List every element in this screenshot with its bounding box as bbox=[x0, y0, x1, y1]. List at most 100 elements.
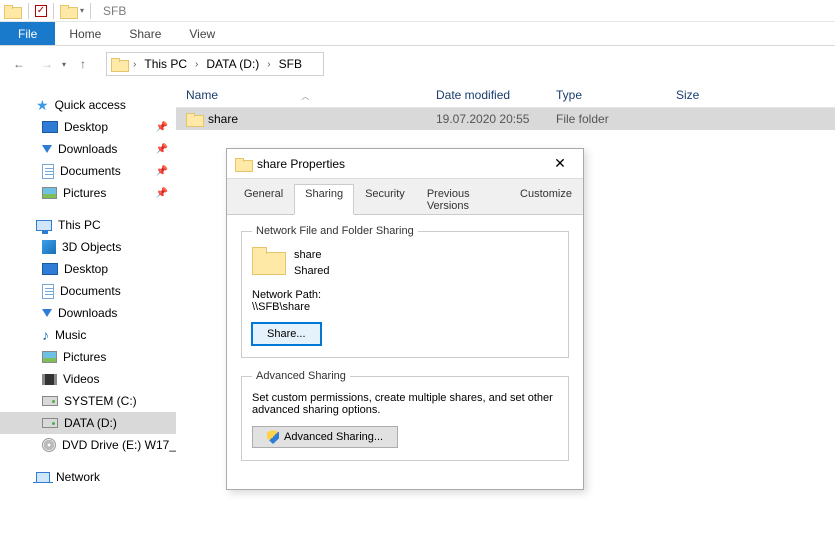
sidebar-item-label: Pictures bbox=[63, 186, 106, 200]
tab-home[interactable]: Home bbox=[55, 22, 115, 45]
dialog-titlebar[interactable]: share Properties ✕ bbox=[227, 149, 583, 179]
sort-indicator-icon: ︿ bbox=[301, 92, 309, 101]
sidebar-label: Quick access bbox=[55, 98, 126, 112]
advanced-sharing-button[interactable]: Advanced Sharing... bbox=[252, 426, 398, 448]
sidebar-item[interactable]: Downloads📌 bbox=[0, 138, 176, 160]
sidebar-item[interactable]: Documents bbox=[0, 280, 176, 302]
sidebar-item[interactable]: SYSTEM (C:) bbox=[0, 390, 176, 412]
nav-up-icon[interactable]: ↑ bbox=[72, 53, 94, 75]
document-icon bbox=[42, 284, 54, 299]
share-button[interactable]: Share... bbox=[252, 323, 321, 345]
sidebar-item[interactable]: DATA (D:) bbox=[0, 412, 176, 434]
desktop-icon bbox=[42, 263, 58, 275]
sidebar-item[interactable]: Pictures 📌 bbox=[0, 182, 176, 204]
close-button[interactable]: ✕ bbox=[545, 155, 575, 172]
qat-dropdown-icon[interactable]: ▾ bbox=[80, 6, 84, 15]
sidebar-label: This PC bbox=[58, 218, 101, 232]
shield-icon bbox=[267, 430, 279, 444]
tab-view[interactable]: View bbox=[175, 22, 229, 45]
drive-icon bbox=[42, 418, 58, 428]
crumb-sfb[interactable]: SFB bbox=[277, 57, 304, 71]
ribbon: File Home Share View bbox=[0, 22, 835, 46]
column-type[interactable]: Type bbox=[556, 88, 676, 102]
network-sharing-group: Network File and Folder Sharing share Sh… bbox=[241, 225, 569, 358]
column-name[interactable]: Name ︿ bbox=[186, 88, 436, 102]
column-size[interactable]: Size bbox=[676, 88, 756, 102]
sidebar-item-label: DATA (D:) bbox=[64, 416, 117, 430]
sidebar-this-pc[interactable]: This PC bbox=[0, 214, 176, 236]
crumb-data-d[interactable]: DATA (D:) bbox=[204, 57, 261, 71]
tab-general[interactable]: General bbox=[233, 184, 294, 215]
3d-objects-icon bbox=[42, 240, 56, 254]
group-legend: Advanced Sharing bbox=[252, 370, 350, 382]
network-icon bbox=[36, 472, 50, 483]
sidebar-quick-access[interactable]: ★ Quick access bbox=[0, 94, 176, 116]
dialog-body: Network File and Folder Sharing share Sh… bbox=[227, 215, 583, 489]
sidebar-item-label: 3D Objects bbox=[62, 240, 121, 254]
document-icon bbox=[42, 164, 54, 179]
sidebar-label: Network bbox=[56, 470, 100, 484]
sidebar-network[interactable]: Network bbox=[0, 466, 176, 488]
picture-icon bbox=[42, 187, 57, 199]
nav-back-icon[interactable]: ← bbox=[8, 53, 30, 75]
sidebar: ★ Quick access Desktop📌Downloads📌Documen… bbox=[0, 82, 176, 545]
tab-sharing[interactable]: Sharing bbox=[294, 184, 354, 215]
advanced-sharing-desc: Set custom permissions, create multiple … bbox=[252, 392, 558, 416]
qat-newfolder-icon[interactable] bbox=[60, 5, 76, 17]
sidebar-item-label: Pictures bbox=[63, 350, 106, 364]
window-title: SFB bbox=[103, 4, 126, 18]
chevron-right-icon[interactable]: › bbox=[189, 59, 204, 70]
tab-previous-versions[interactable]: Previous Versions bbox=[416, 184, 509, 215]
share-name: share bbox=[294, 247, 329, 263]
pin-icon: 📌 bbox=[156, 188, 168, 199]
sidebar-item[interactable]: Desktop bbox=[0, 258, 176, 280]
pc-icon bbox=[36, 220, 52, 231]
sidebar-item[interactable]: Desktop📌 bbox=[0, 116, 176, 138]
sidebar-item[interactable]: Videos bbox=[0, 368, 176, 390]
music-icon: ♪ bbox=[42, 328, 49, 342]
sidebar-item-label: Documents bbox=[60, 284, 121, 298]
sidebar-item[interactable]: 3D Objects bbox=[0, 236, 176, 258]
tab-file[interactable]: File bbox=[0, 22, 55, 45]
tab-customize[interactable]: Customize bbox=[509, 184, 583, 215]
sidebar-item-label: SYSTEM (C:) bbox=[64, 394, 137, 408]
column-date[interactable]: Date modified bbox=[436, 88, 556, 102]
address-bar[interactable]: › This PC › DATA (D:) › SFB › bbox=[106, 52, 324, 76]
pin-icon: 📌 bbox=[156, 166, 168, 177]
folder-icon bbox=[235, 158, 251, 170]
sidebar-item-label: Desktop bbox=[64, 262, 108, 276]
sidebar-item[interactable]: Downloads bbox=[0, 302, 176, 324]
file-date: 19.07.2020 20:55 bbox=[436, 112, 556, 126]
table-row[interactable]: share 19.07.2020 20:55File folder bbox=[176, 108, 835, 130]
folder-icon bbox=[186, 113, 202, 125]
download-icon bbox=[42, 145, 52, 153]
address-icon bbox=[111, 58, 127, 70]
star-icon: ★ bbox=[36, 97, 49, 114]
file-type: File folder bbox=[556, 112, 676, 126]
file-name: share bbox=[208, 112, 238, 126]
sidebar-item-label: Desktop bbox=[64, 120, 108, 134]
sidebar-item[interactable]: Documents📌 bbox=[0, 160, 176, 182]
nav-forward-icon[interactable]: → bbox=[36, 53, 58, 75]
sidebar-item[interactable]: Pictures bbox=[0, 346, 176, 368]
sidebar-item-label: Downloads bbox=[58, 142, 117, 156]
desktop-icon bbox=[42, 121, 58, 133]
qat-properties-icon[interactable]: ✓ bbox=[35, 5, 47, 17]
network-path-label: Network Path: bbox=[252, 289, 558, 301]
chevron-right-icon[interactable]: › bbox=[127, 59, 142, 70]
crumb-this-pc[interactable]: This PC bbox=[142, 57, 189, 71]
advanced-sharing-group: Advanced Sharing Set custom permissions,… bbox=[241, 370, 569, 461]
properties-dialog: share Properties ✕ General Sharing Secur… bbox=[226, 148, 584, 490]
sidebar-item[interactable]: DVD Drive (E:) W17_ bbox=[0, 434, 176, 456]
quick-access-toolbar: ✓ ▾ bbox=[22, 3, 97, 19]
tab-security[interactable]: Security bbox=[354, 184, 416, 215]
nav-history-dropdown-icon[interactable]: ▾ bbox=[62, 60, 66, 69]
sidebar-item-label: Videos bbox=[63, 372, 99, 386]
chevron-right-icon[interactable]: › bbox=[261, 59, 276, 70]
sidebar-item-label: Downloads bbox=[58, 306, 117, 320]
tab-share[interactable]: Share bbox=[115, 22, 175, 45]
sidebar-item[interactable]: ♪Music bbox=[0, 324, 176, 346]
titlebar: ✓ ▾ SFB bbox=[0, 0, 835, 22]
picture-icon bbox=[42, 351, 57, 363]
app-icon bbox=[2, 1, 22, 21]
